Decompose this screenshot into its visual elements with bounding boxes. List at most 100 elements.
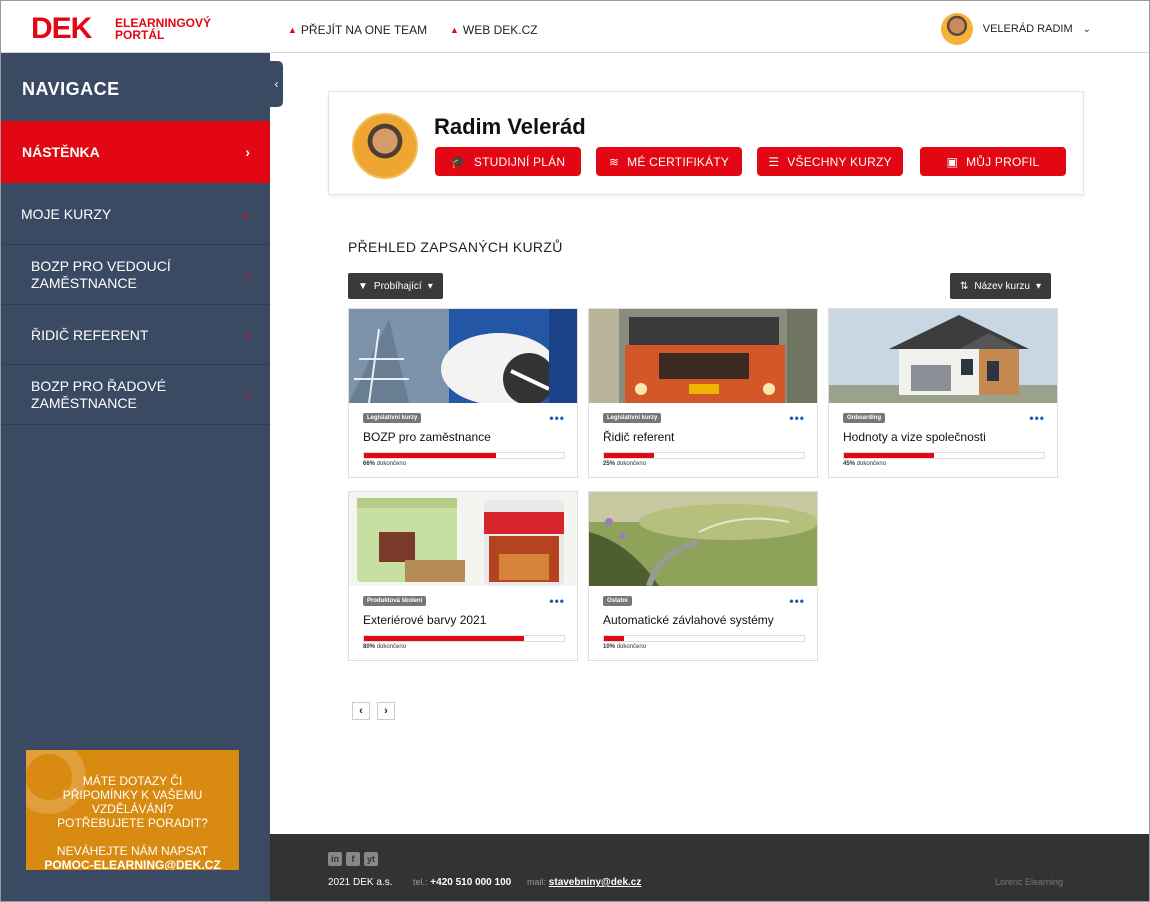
card-menu-icon[interactable]: ••• (549, 411, 565, 425)
course-card[interactable]: Legislativní kurzy ••• BOZP pro zaměstna… (348, 308, 578, 478)
chevron-right-icon: › (246, 387, 250, 402)
sidebar-item-label: ŘIDIČ REFERENT (31, 326, 149, 343)
progress-fill (364, 636, 524, 641)
my-profile-button[interactable]: ▣ MŮJ PROFIL (920, 147, 1066, 176)
profile-name: Radim Velerád (434, 114, 586, 139)
youtube-icon[interactable]: yt (364, 852, 378, 866)
all-courses-button[interactable]: ☰ VŠECHNY KURZY (757, 147, 903, 176)
button-label: VŠECHNY KURZY (787, 154, 892, 169)
course-card[interactable]: Produktová školení ••• Exteriérové barvy… (348, 491, 578, 661)
user-name: VELERÁD RADIM (982, 23, 1073, 35)
dek-logo[interactable]: DEK (31, 14, 92, 44)
sidebar-item-my-courses[interactable]: MOJE KURZY ⌄ (1, 183, 270, 245)
sidebar-item-label: BOZP PRO ŘADOVÉ ZAMĚSTNANCE (31, 377, 167, 411)
category-badge: Ostatní (603, 596, 632, 606)
page: DEK ELEARNINGOVÝ PORTÁL ▲ PŘEJÍT NA ONE … (0, 0, 1150, 902)
course-title: Automatické závlahové systémy (603, 613, 774, 627)
button-label: STUDIJNÍ PLÁN (473, 154, 566, 169)
id-card-icon: ▣ (946, 154, 959, 169)
progress-percent: 45% (843, 461, 856, 467)
chevron-right-icon: › (246, 267, 250, 282)
progress-bar (843, 452, 1045, 459)
progress-bar (363, 452, 565, 459)
course-card[interactable]: Onboarding ••• Hodnoty a vize společnost… (828, 308, 1058, 478)
certificate-icon: ≋ (608, 154, 620, 169)
mail-link[interactable]: stavebniny@dek.cz (549, 877, 642, 888)
user-menu[interactable]: VELERÁD RADIM ⌄ (940, 13, 1091, 45)
card-menu-icon[interactable]: ••• (549, 594, 565, 608)
link-one-team[interactable]: ▲ PŘEJÍT NA ONE TEAM (288, 23, 427, 37)
phone-label: tel.: (413, 877, 428, 887)
help-box: MÁTE DOTAZY ČI PŘIPOMÍNKY K VAŠEMU VZDĚL… (26, 750, 239, 870)
filter-label: Probíhající (373, 280, 422, 292)
sidebar-item-course[interactable]: BOZP PRO VEDOUCÍ ZAMĚSTNANCE › (1, 245, 270, 305)
course-image-truck (589, 309, 817, 403)
graduation-cap-icon: 🎓 (450, 154, 466, 169)
sidebar: NAVIGACE NÁSTĚNKA › MOJE KURZY ⌄ BOZP PR… (1, 53, 270, 901)
sort-dropdown[interactable]: ⇅ Název kurzu ▾ (950, 273, 1051, 299)
caret-up-icon: ▲ (450, 25, 459, 35)
sidebar-item-course[interactable]: BOZP PRO ŘADOVÉ ZAMĚSTNANCE › (1, 365, 270, 425)
next-page-button[interactable]: › (377, 702, 395, 720)
link-web-dek-label: WEB DEK.CZ (462, 23, 538, 37)
chevron-right-icon: › (245, 144, 250, 160)
progress-fill (364, 453, 496, 458)
sidebar-item-course[interactable]: ŘIDIČ REFERENT › (1, 305, 270, 365)
progress-text: 66% dokončeno (363, 461, 406, 467)
card-menu-icon[interactable]: ••• (789, 411, 805, 425)
footer-mail: mail: stavebniny@dek.cz (527, 877, 641, 888)
chevron-down-icon: ⌄ (239, 206, 250, 221)
category-badge: Legislativní kurzy (363, 413, 422, 423)
card-menu-icon[interactable]: ••• (789, 594, 805, 608)
caret-up-icon: ▲ (288, 25, 297, 35)
progress-percent: 10% (603, 644, 616, 650)
button-label: MÉ CERTIFIKÁTY (627, 154, 730, 169)
sidebar-item-label: NÁSTĚNKA (22, 144, 100, 160)
prev-page-button[interactable]: ‹ (352, 702, 370, 720)
caret-down-icon: ▾ (1035, 280, 1041, 292)
link-web-dek[interactable]: ▲ WEB DEK.CZ (450, 23, 538, 37)
sidebar-item-label: BOZP PRO VEDOUCÍ ZAMĚSTNANCE (31, 257, 171, 291)
progress-fill (844, 453, 934, 458)
progress-fill (604, 453, 654, 458)
facebook-icon[interactable]: f (346, 852, 360, 866)
sort-icon: ⇅ (960, 280, 969, 292)
list-icon: ☰ (768, 154, 780, 169)
progress-suffix: dokončeno (616, 461, 647, 467)
progress-suffix: dokončeno (856, 461, 887, 467)
progress-suffix: dokončeno (376, 644, 407, 650)
portal-name: ELEARNINGOVÝ PORTÁL (115, 16, 212, 42)
card-menu-icon[interactable]: ••• (1029, 411, 1045, 425)
sidebar-collapse-button[interactable]: ‹ (270, 61, 283, 107)
study-plan-button[interactable]: 🎓 STUDIJNÍ PLÁN (435, 147, 581, 176)
footer-brand[interactable]: Lorenc Elearning (995, 877, 1063, 887)
footer-phone: tel.: +420 510 000 100 (413, 877, 511, 888)
course-image-house (829, 309, 1057, 403)
link-one-team-label: PŘEJÍT NA ONE TEAM (300, 23, 428, 37)
course-card[interactable]: Legislativní kurzy ••• Řidič referent 25… (588, 308, 818, 478)
help-email-link[interactable]: POMOC-ELEARNING@DEK.CZ (26, 858, 239, 870)
course-card[interactable]: Ostatní ••• Automatické závlahové systém… (588, 491, 818, 661)
category-badge: Legislativní kurzy (603, 413, 662, 423)
progress-text: 80% dokončeno (363, 644, 406, 650)
sort-label: Název kurzu (974, 280, 1030, 292)
avatar (940, 13, 973, 45)
my-certificates-button[interactable]: ≋ MÉ CERTIFIKÁTY (596, 147, 742, 176)
course-title: BOZP pro zaměstnance (363, 430, 491, 444)
mail-label: mail: (527, 877, 547, 887)
course-title: Hodnoty a vize společnosti (843, 430, 986, 444)
progress-percent: 66% (363, 461, 376, 467)
phone-value[interactable]: +420 510 000 100 (430, 877, 511, 888)
chevron-left-icon: ‹ (359, 705, 363, 717)
linkedin-icon[interactable]: in (328, 852, 342, 866)
chevron-right-icon: › (246, 327, 250, 342)
status-filter-dropdown[interactable]: ▼ Probíhající ▾ (348, 273, 443, 299)
course-image-helmet (349, 309, 577, 403)
sidebar-item-dashboard[interactable]: NÁSTĚNKA › (1, 121, 270, 183)
caret-down-icon: ▾ (427, 280, 433, 292)
avatar (352, 113, 418, 179)
copyright: 2021 DEK a.s. (328, 877, 393, 888)
progress-text: 10% dokončeno (603, 644, 646, 650)
nav-title: NAVIGACE (22, 79, 120, 99)
course-title: Řidič referent (603, 430, 675, 444)
